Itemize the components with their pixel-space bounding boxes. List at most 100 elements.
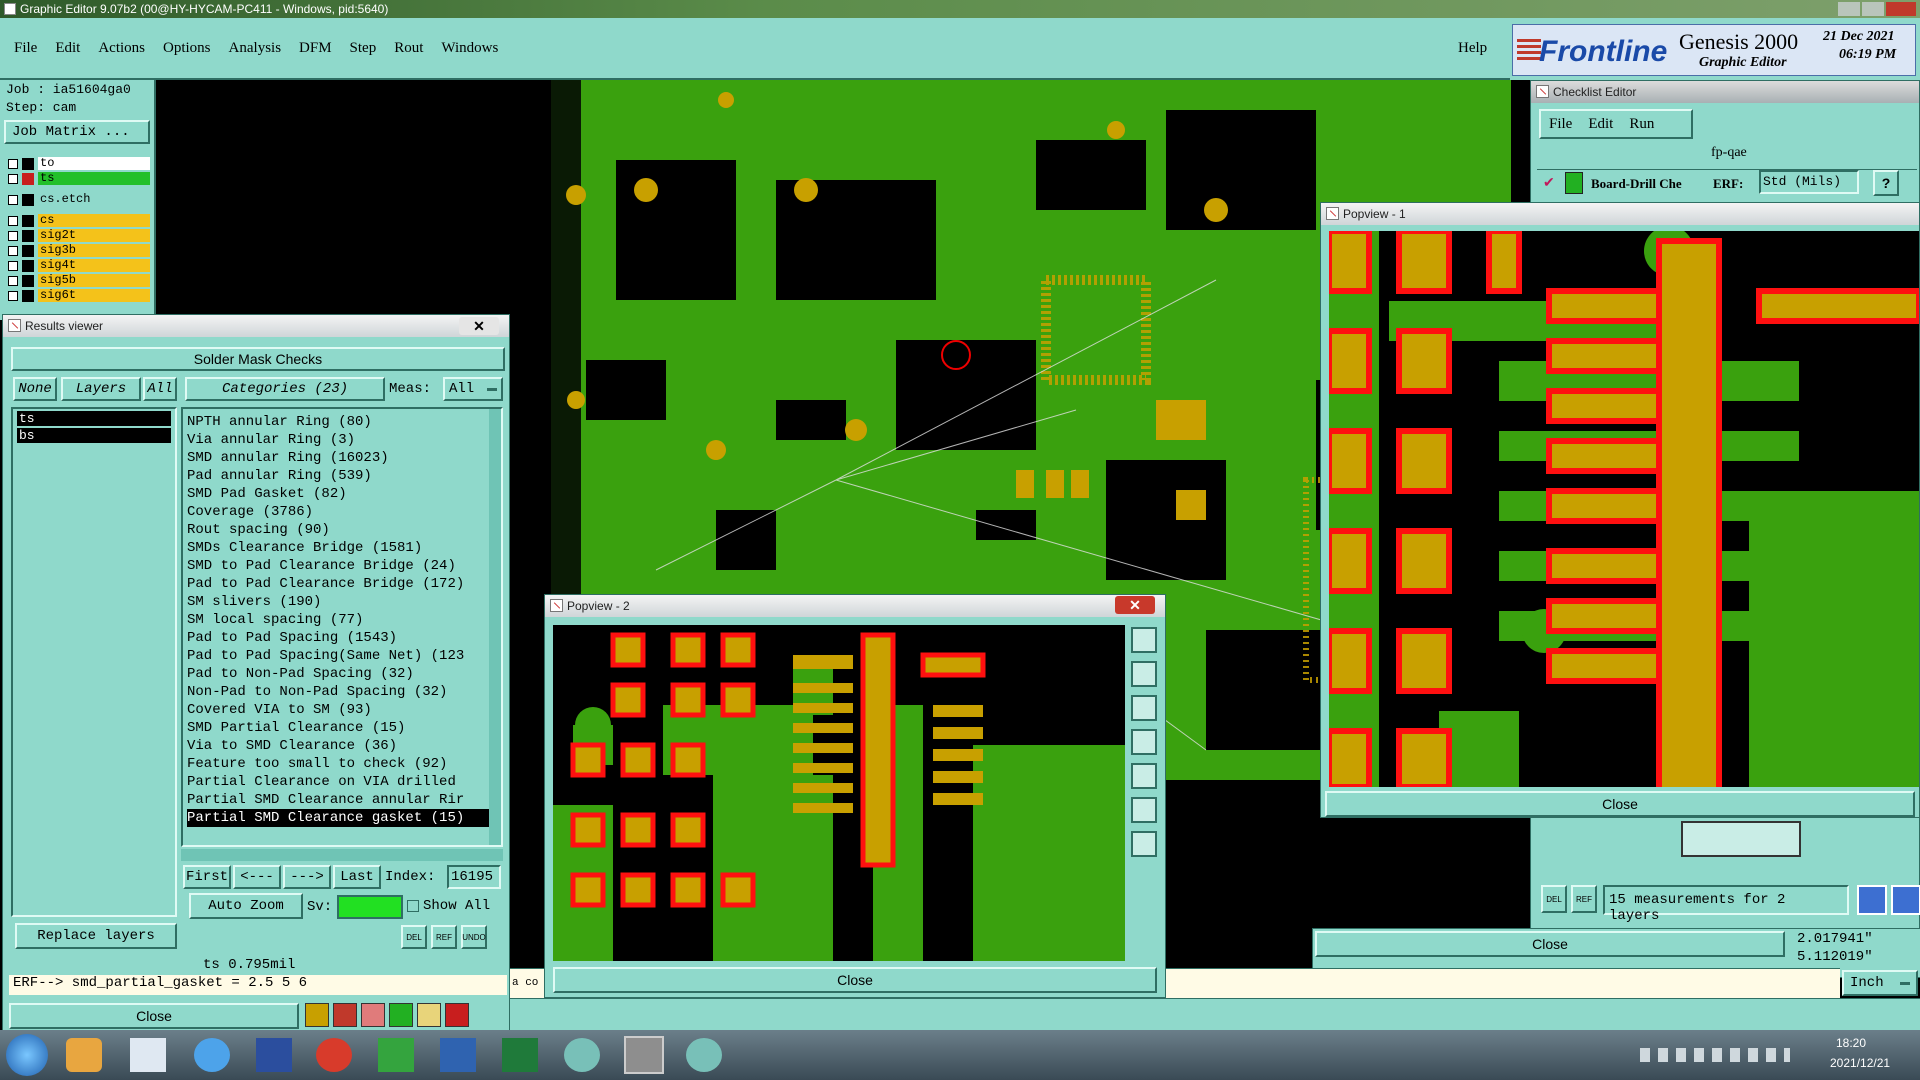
rv-layer-item[interactable]: ts	[17, 411, 171, 426]
category-item[interactable]: Pad to Pad Clearance Bridge (172)	[187, 575, 499, 593]
layer-row[interactable]: sig3b	[4, 243, 150, 258]
checklist-ref-button[interactable]: REF	[1571, 885, 1597, 913]
menu-step[interactable]: Step	[350, 40, 377, 57]
layer-checkbox[interactable]	[8, 194, 18, 205]
category-item[interactable]: Feature too small to check (92)	[187, 755, 499, 773]
category-item[interactable]: Partial SMD Clearance annular Rir	[187, 791, 499, 809]
maximize-icon[interactable]	[1862, 2, 1884, 16]
tool-icon-4[interactable]	[389, 1003, 413, 1027]
layer-row[interactable]: sig2t	[4, 228, 150, 243]
popview-1-close-button[interactable]: Close	[1325, 791, 1915, 817]
layer-checkbox[interactable]	[8, 215, 18, 226]
menu-options[interactable]: Options	[163, 40, 211, 57]
menu-rout[interactable]: Rout	[394, 40, 423, 57]
menu-windows[interactable]: Windows	[441, 40, 498, 57]
popview-2-close-button[interactable]: Close	[553, 967, 1157, 993]
pan-right-icon[interactable]	[1131, 763, 1157, 789]
category-item[interactable]: SM local spacing (77)	[187, 611, 499, 629]
category-item[interactable]: Partial SMD Clearance gasket (15)	[187, 809, 499, 827]
menu-analysis[interactable]: Analysis	[229, 40, 282, 57]
layer-checkbox[interactable]	[8, 173, 18, 184]
category-item[interactable]: Coverage (3786)	[187, 503, 499, 521]
index-field[interactable]: 16195	[447, 865, 501, 889]
category-item[interactable]: Covered VIA to SM (93)	[187, 701, 499, 719]
checklist-menu-edit[interactable]: Edit	[1588, 116, 1613, 133]
unit-select[interactable]: Inch	[1842, 970, 1918, 996]
menu-edit[interactable]: Edit	[55, 40, 80, 57]
tray-icons[interactable]	[1640, 1048, 1790, 1062]
taskbar-app-excel-icon[interactable]	[502, 1038, 538, 1072]
category-hscroll[interactable]	[181, 849, 503, 861]
menu-file[interactable]: File	[14, 40, 37, 57]
nav-button[interactable]: Last	[333, 865, 381, 889]
clock-date[interactable]: 2021/12/21	[1830, 1056, 1890, 1070]
results-close-button[interactable]: Close	[9, 1003, 299, 1029]
tool-icon-6[interactable]	[445, 1003, 469, 1027]
tool-icon-5[interactable]	[417, 1003, 441, 1027]
zoom-out-icon[interactable]	[1131, 831, 1157, 857]
category-item[interactable]: NPTH annular Ring (80)	[187, 413, 499, 431]
taskbar-app-g-icon[interactable]	[316, 1038, 352, 1072]
minimize-icon[interactable]	[1838, 2, 1860, 16]
taskbar-app-genesis-icon[interactable]	[624, 1036, 664, 1074]
layers-button[interactable]: Layers	[61, 377, 141, 401]
layer-checkbox[interactable]	[8, 158, 18, 169]
category-item[interactable]: SMD annular Ring (16023)	[187, 449, 499, 467]
layer-checkbox[interactable]	[8, 230, 18, 241]
layer-checkbox[interactable]	[8, 275, 18, 286]
help-button[interactable]: ?	[1873, 170, 1899, 196]
pan-up-icon[interactable]	[1131, 661, 1157, 687]
taskbar-app-word-icon[interactable]	[440, 1038, 476, 1072]
checklist-del-button[interactable]: DEL	[1541, 885, 1567, 913]
measure-icon-2[interactable]	[1891, 885, 1920, 915]
taskbar-app-p-icon[interactable]	[378, 1038, 414, 1072]
replace-layers-button[interactable]: Replace layers	[15, 923, 177, 949]
category-item[interactable]: Via annular Ring (3)	[187, 431, 499, 449]
taskbar-app-save-icon[interactable]	[256, 1038, 292, 1072]
nav-button[interactable]: First	[183, 865, 231, 889]
pan-left-icon[interactable]	[1131, 729, 1157, 755]
menu-help[interactable]: Help	[1458, 40, 1487, 57]
tool-icon-3[interactable]	[361, 1003, 385, 1027]
category-item[interactable]: Pad to Non-Pad Spacing (32)	[187, 665, 499, 683]
start-button-icon[interactable]	[6, 1034, 48, 1076]
nav-button[interactable]: <---	[233, 865, 281, 889]
tool-icon-1[interactable]	[305, 1003, 329, 1027]
popview-2-close-x-icon[interactable]: ✕	[1115, 596, 1155, 614]
taskbar-app-notepad-icon[interactable]	[130, 1038, 166, 1072]
check-row[interactable]: ✔ Board-Drill Che ERF: Std (Mils) ?	[1537, 169, 1917, 197]
taskbar-app-explorer-icon[interactable]	[66, 1038, 102, 1072]
none-button[interactable]: None	[13, 377, 57, 401]
category-item[interactable]: Pad to Pad Spacing(Same Net) (123	[187, 647, 499, 665]
category-list-box[interactable]: NPTH annular Ring (80) Via annular Ring (…	[181, 407, 503, 847]
zoom-select[interactable]: Auto Zoom	[189, 893, 303, 919]
layer-checkbox[interactable]	[8, 260, 18, 271]
category-item[interactable]: Pad to Pad Spacing (1543)	[187, 629, 499, 647]
category-item[interactable]: Pad annular Ring (539)	[187, 467, 499, 485]
job-matrix-button[interactable]: Job Matrix ...	[4, 120, 150, 144]
category-item[interactable]: SM slivers (190)	[187, 593, 499, 611]
close-icon[interactable]	[1886, 2, 1916, 16]
layer-row[interactable]: ts	[4, 171, 150, 186]
layer-row[interactable]: cs.etch	[4, 192, 150, 207]
erf-field[interactable]: Std (Mils)	[1759, 170, 1859, 194]
category-item[interactable]: Non-Pad to Non-Pad Spacing (32)	[187, 683, 499, 701]
clock-time[interactable]: 18:20	[1836, 1036, 1866, 1050]
taskbar-app-eye-icon[interactable]	[564, 1038, 600, 1072]
taskbar-app-popview-icon[interactable]	[686, 1038, 722, 1072]
nav-button[interactable]: --->	[283, 865, 331, 889]
layer-row[interactable]: sig4t	[4, 258, 150, 273]
category-item[interactable]: Rout spacing (90)	[187, 521, 499, 539]
category-item[interactable]: SMD Partial Clearance (15)	[187, 719, 499, 737]
pan-down-icon[interactable]	[1131, 695, 1157, 721]
layer-checkbox[interactable]	[8, 245, 18, 256]
results-close-x-icon[interactable]: ✕	[459, 317, 499, 335]
all-button[interactable]: All	[143, 377, 177, 401]
category-item[interactable]: SMDs Clearance Bridge (1581)	[187, 539, 499, 557]
checklist-menu-run[interactable]: Run	[1629, 116, 1654, 133]
category-item[interactable]: Via to SMD Clearance (36)	[187, 737, 499, 755]
menu-actions[interactable]: Actions	[98, 40, 145, 57]
popview-1-canvas[interactable]	[1329, 231, 1919, 787]
zoom-in-icon[interactable]	[1131, 797, 1157, 823]
meas-select[interactable]: All	[443, 377, 503, 401]
